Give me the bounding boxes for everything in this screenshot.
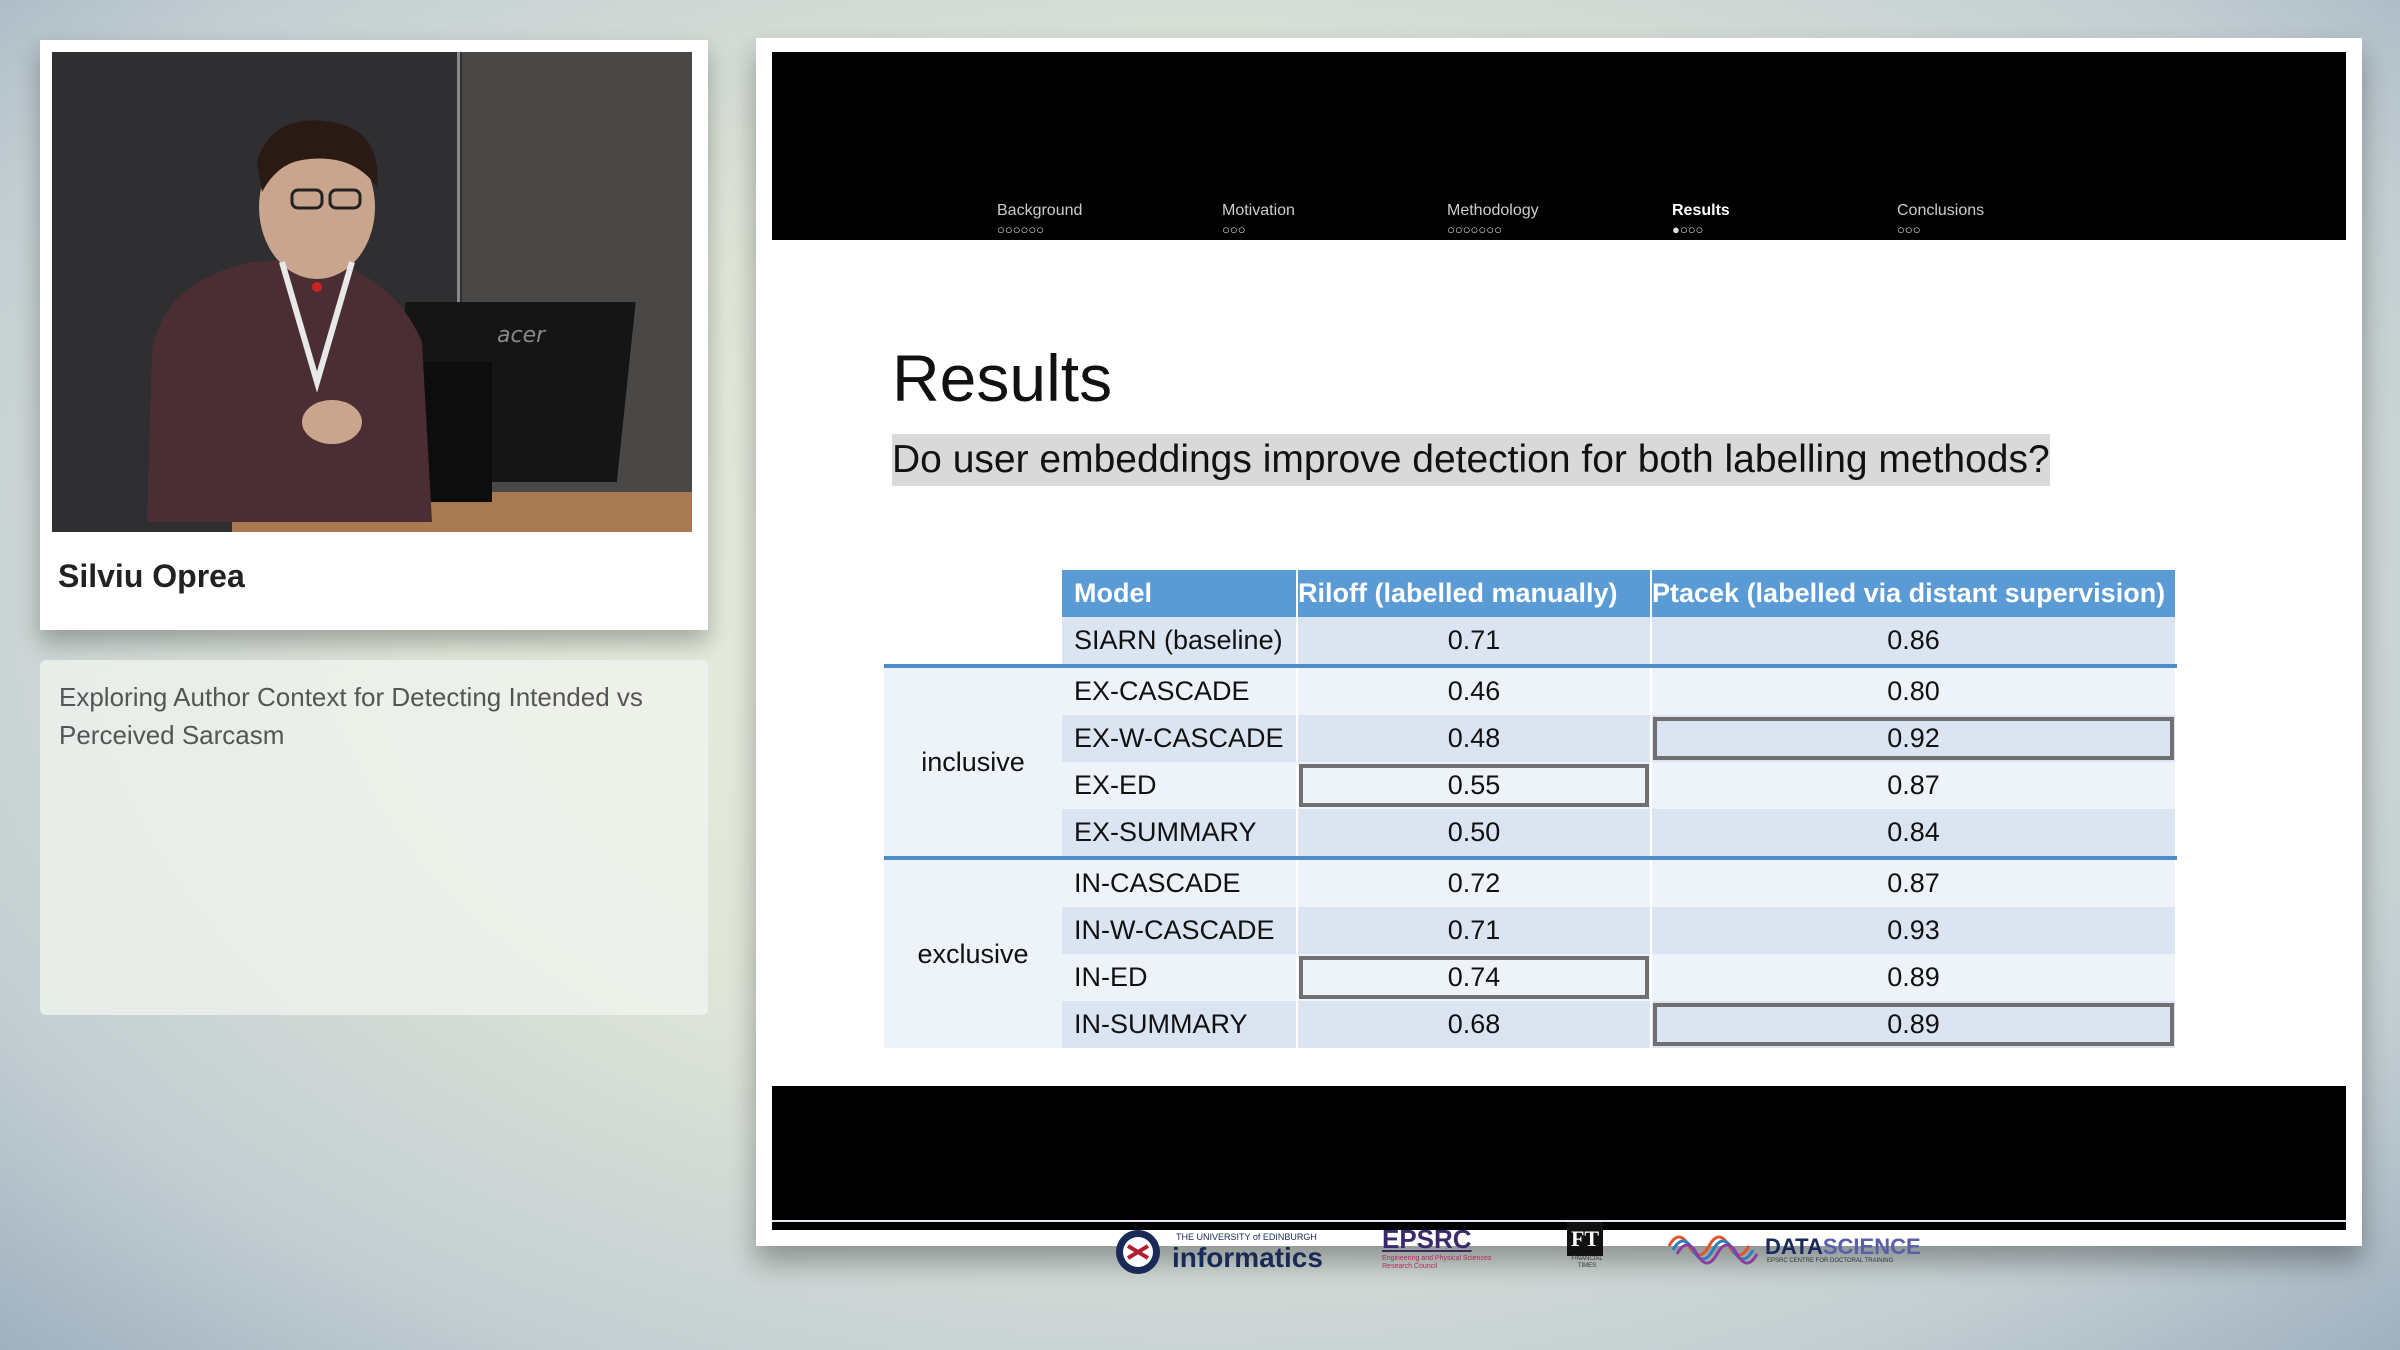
datascience-subtext: EPSRC CENTRE FOR DOCTORAL TRAINING [1767,1258,1894,1264]
model-cell: IN-W-CASCADE [1062,907,1298,954]
model-cell: EX-ED [1062,762,1298,809]
riloff-cell: 0.71 [1297,617,1652,666]
table-row: IN-W-CASCADE 0.71 0.93 [884,907,2177,954]
nav-label: Background [997,202,1083,219]
riloff-cell: 0.46 [1297,664,1652,715]
slide[interactable]: Background ○○○○○○ Motivation ○○○ Methodo… [772,52,2346,1274]
ptacek-cell: 0.89 [1651,954,2177,1001]
nav-section-methodology: Methodology ○○○○○○○ [1447,202,1539,237]
slide-title: Results [892,341,1113,415]
datascience-text-b: SCIENCE [1822,1234,1921,1259]
table-row: IN-SUMMARY 0.68 0.89 [884,1001,2177,1048]
ptacek-cell: 0.80 [1651,664,2177,715]
nav-section-motivation: Motivation ○○○ [1222,202,1295,237]
nav-section-conclusions: Conclusions ○○○ [1897,202,1984,237]
epsrc-subtext: Engineering and Physical Sciences Resear… [1382,1255,1492,1270]
datascience-wave-icon [1667,1235,1759,1265]
speaker-video-frame: acer [52,52,692,532]
nav-label: Results [1672,202,1730,219]
nav-progress-dots: ○○○ [1222,222,1246,237]
empty-group-cell [884,617,1062,666]
model-cell: IN-ED [1062,954,1298,1001]
nav-progress-dots: ○○○○○○○ [1447,222,1502,237]
table-row: EX-SUMMARY 0.50 0.84 [884,809,2177,858]
nav-label: Methodology [1447,202,1539,219]
riloff-cell: 0.72 [1297,856,1652,907]
nav-progress-dots: ○○○○○○ [997,222,1045,237]
riloff-cell-highlighted: 0.74 [1297,954,1652,1001]
talk-info-panel: Exploring Author Context for Detecting I… [40,660,708,1015]
riloff-cell: 0.68 [1297,1001,1652,1048]
model-cell: EX-SUMMARY [1062,809,1298,858]
nav-progress-dots: ●○○○ [1672,222,1704,237]
datascience-text-a: DATA [1765,1234,1823,1259]
riloff-cell: 0.71 [1297,907,1652,954]
ptacek-cell-highlighted: 0.92 [1651,715,2177,762]
slide-frame: Background ○○○○○○ Motivation ○○○ Methodo… [756,38,2362,1274]
ptacek-cell: 0.84 [1651,809,2177,858]
nav-label: Motivation [1222,202,1295,219]
results-table: Model Riloff (labelled manually) Ptacek … [884,570,2177,1048]
table-row: exclusive IN-CASCADE 0.72 0.87 [884,856,2177,1048]
model-cell: EX-W-CASCADE [1062,715,1298,762]
model-cell: IN-CASCADE [1062,856,1298,907]
ft-logo: FT FINANCIAL TIMES [1567,1222,1607,1270]
table-row: EX-W-CASCADE 0.48 0.92 [884,715,2177,762]
table-row-baseline: SIARN (baseline) 0.71 0.86 [884,617,2177,666]
nav-label: Conclusions [1897,202,1985,219]
table-row: EX-ED 0.55 0.87 [884,762,2177,809]
header-model: Model [1062,570,1298,617]
ptacek-cell: 0.87 [1651,856,2177,907]
riloff-cell-highlighted: 0.55 [1297,762,1652,809]
slide-content: Results Do user embeddings improve detec… [772,240,2346,1274]
speaker-card: acer Silviu Oprea [40,40,708,630]
empty-corner-cell [884,570,1062,617]
speaker-name: Silviu Oprea [58,558,245,594]
edinburgh-crest-icon [1116,1230,1160,1274]
model-cell: SIARN (baseline) [1062,617,1298,666]
riloff-cell: 0.48 [1297,715,1652,762]
ft-text: FT [1567,1222,1603,1256]
speaker-video[interactable]: acer [52,52,692,532]
ft-subtext: FINANCIAL TIMES [1571,1256,1603,1269]
edinburgh-small-text: THE UNIVERSITY of EDINBURGH [1176,1232,1317,1242]
informatics-text: informatics [1172,1242,1323,1273]
laptop-brand: acer [497,323,547,348]
ptacek-cell: 0.93 [1651,907,2177,954]
ptacek-cell: 0.86 [1651,617,2177,666]
header-ptacek: Ptacek (labelled via distant supervision… [1651,570,2177,617]
model-cell: IN-SUMMARY [1062,1001,1298,1048]
nav-progress-dots: ○○○ [1897,222,1921,237]
table-row: inclusive EX-CASCADE 0.46 0.80 [884,664,2177,858]
epsrc-logo: EPSRC Engineering and Physical Sciences … [1382,1224,1512,1271]
group-label-exclusive: exclusive [884,856,1062,1048]
riloff-cell: 0.50 [1297,809,1652,858]
table-header-row: Model Riloff (labelled manually) Ptacek … [884,570,2177,617]
sponsor-logos: THE UNIVERSITY of EDINBURGH informatics … [772,1220,2346,1276]
model-cell: EX-CASCADE [1062,664,1298,715]
ptacek-cell: 0.87 [1651,762,2177,809]
slide-question: Do user embeddings improve detection for… [892,434,2050,486]
talk-title: Exploring Author Context for Detecting I… [59,682,643,750]
epsrc-text: EPSRC [1382,1224,1472,1254]
table-row: IN-ED 0.74 0.89 [884,954,2177,1001]
ptacek-cell-highlighted: 0.89 [1651,1001,2177,1048]
header-riloff: Riloff (labelled manually) [1297,570,1652,617]
nav-section-results: Results ●○○○ [1672,202,1730,237]
nav-section-background: Background ○○○○○○ [997,202,1082,237]
datascience-text: DATASCIENCE [1765,1234,1921,1260]
group-label-inclusive: inclusive [884,664,1062,858]
